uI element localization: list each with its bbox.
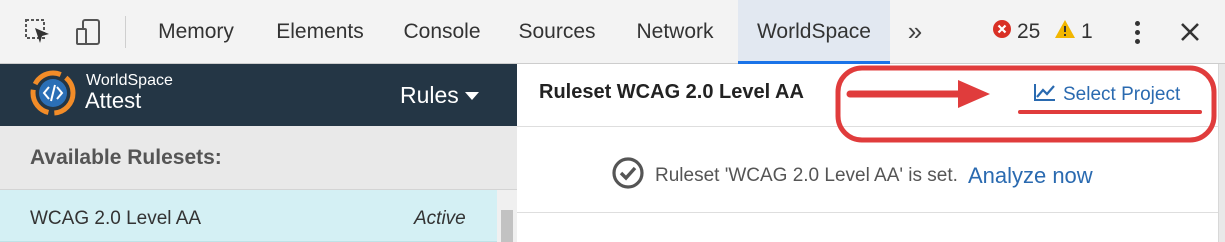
toolbar-separator xyxy=(125,16,126,48)
available-rulesets-header: Available Rulesets: xyxy=(0,126,517,190)
attest-header: WorldSpace Attest Rules xyxy=(0,64,517,126)
select-project-label: Select Project xyxy=(1063,84,1181,105)
tab-network[interactable]: Network xyxy=(620,0,730,64)
rules-menu-label: Rules xyxy=(400,82,459,108)
attest-sidebar: WorldSpace Attest Rules Available Rulese… xyxy=(0,64,517,242)
ruleset-row[interactable]: WCAG 2.0 Level AA Active xyxy=(0,190,497,242)
inspect-element-icon[interactable] xyxy=(20,14,56,50)
tabs-overflow-button[interactable]: » xyxy=(898,0,932,64)
ruleset-status: Active xyxy=(414,208,466,229)
ruleset-name: WCAG 2.0 Level AA xyxy=(30,208,202,229)
tab-sources[interactable]: Sources xyxy=(506,0,608,64)
rules-menu-button[interactable]: Rules xyxy=(400,64,479,126)
devtools-toolbar: Memory Elements Console Sources Network … xyxy=(0,0,1225,64)
ruleset-status-message: Ruleset 'WCAG 2.0 Level AA' is set. Anal… xyxy=(611,156,1093,195)
line-chart-icon xyxy=(1033,82,1057,108)
devtools-window: Memory Elements Console Sources Network … xyxy=(0,0,1225,242)
warning-count: 1 xyxy=(1081,20,1093,43)
error-badge[interactable]: 25 xyxy=(992,0,1040,64)
content-divider xyxy=(517,212,1225,213)
product-name: Attest xyxy=(85,88,142,113)
worldspace-logo-icon xyxy=(30,70,76,116)
select-project-link[interactable]: Select Project xyxy=(1033,82,1180,108)
warning-badge[interactable]: 1 xyxy=(1054,0,1093,64)
caret-down-icon xyxy=(464,92,479,100)
check-circle-icon xyxy=(611,156,645,195)
error-count: 25 xyxy=(1017,20,1041,43)
ruleset-title: Ruleset WCAG 2.0 Level AA xyxy=(539,81,804,103)
tab-worldspace[interactable]: WorldSpace xyxy=(738,0,890,64)
tab-elements[interactable]: Elements xyxy=(262,0,378,64)
panel-right-edge xyxy=(1218,64,1225,242)
tab-memory[interactable]: Memory xyxy=(142,0,250,64)
more-options-icon[interactable] xyxy=(1122,14,1152,50)
attest-main-panel: Ruleset WCAG 2.0 Level AA Select Project… xyxy=(517,64,1225,242)
error-icon xyxy=(992,19,1012,45)
sidebar-scrollbar-thumb[interactable] xyxy=(501,210,513,242)
tab-console[interactable]: Console xyxy=(390,0,494,64)
available-rulesets-label: Available Rulesets: xyxy=(30,146,222,169)
header-divider xyxy=(517,126,1225,127)
close-icon[interactable] xyxy=(1172,14,1208,50)
device-toggle-icon[interactable] xyxy=(70,14,106,50)
warning-icon xyxy=(1054,19,1076,45)
status-message-text: Ruleset 'WCAG 2.0 Level AA' is set. xyxy=(655,164,958,186)
analyze-now-link[interactable]: Analyze now xyxy=(968,163,1093,189)
